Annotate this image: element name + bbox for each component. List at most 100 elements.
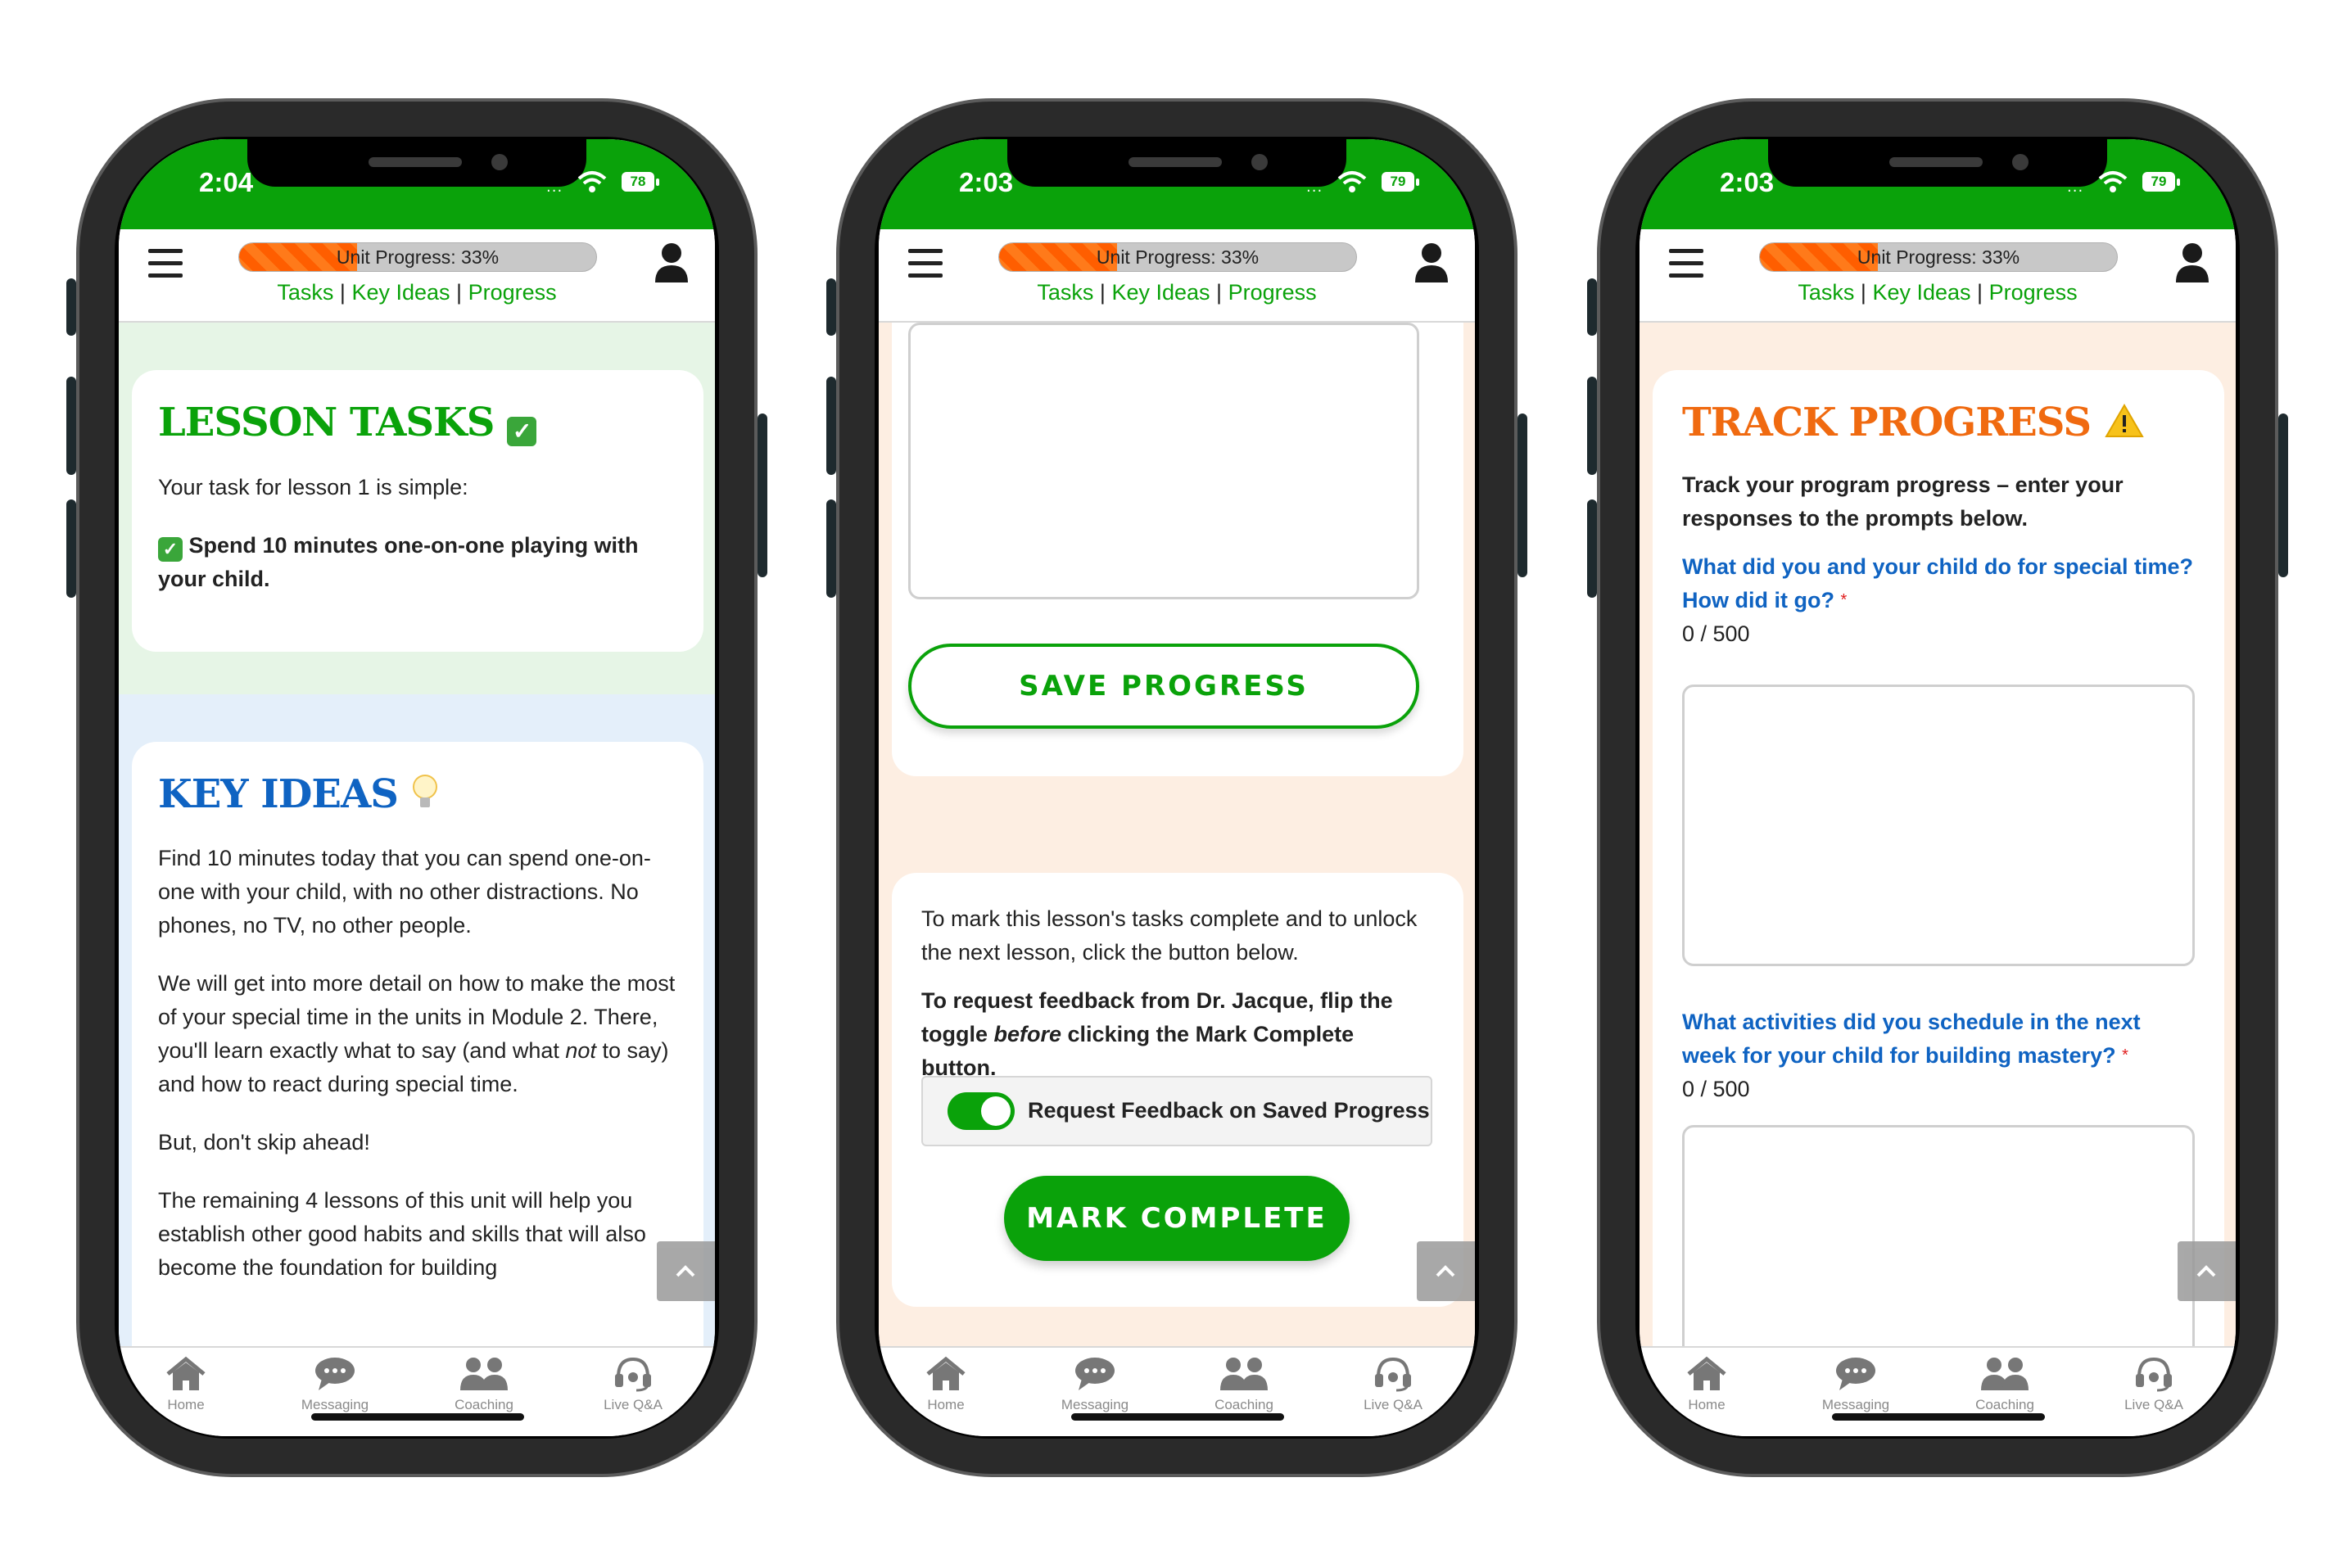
menu-icon[interactable] bbox=[908, 249, 943, 278]
unit-progress-label: Unit Progress: 33% bbox=[1857, 246, 2020, 268]
phone-screen: 2:03 ... 79 Unit Progress: 33% Tasks | K… bbox=[879, 139, 1475, 1436]
save-progress-button[interactable]: SAVE PROGRESS bbox=[908, 644, 1419, 729]
tab-home[interactable]: Home bbox=[137, 1356, 235, 1413]
tab-label: Live Q&A bbox=[1364, 1397, 1423, 1412]
status-bar: 2:03 ... 79 bbox=[1640, 139, 2236, 229]
app-header: Unit Progress: 33% Tasks | Key Ideas | P… bbox=[879, 229, 1475, 323]
key-ideas-paragraph: But, don't skip ahead! bbox=[158, 1130, 370, 1155]
user-icon[interactable] bbox=[654, 242, 689, 283]
notch bbox=[247, 139, 586, 187]
nav-link-tasks[interactable]: Tasks bbox=[277, 280, 333, 305]
tab-live-q-a[interactable]: Live Q&A bbox=[2105, 1356, 2203, 1413]
bottom-tab-bar: Home Messaging Coaching Live Q&A bbox=[1640, 1346, 2236, 1436]
tab-coaching[interactable]: Coaching bbox=[435, 1356, 533, 1413]
nav-link-progress[interactable]: Progress bbox=[1228, 280, 1317, 305]
phone-mark-complete: 2:03 ... 79 Unit Progress: 33% Tasks | K… bbox=[826, 98, 1527, 1477]
tab-messaging[interactable]: Messaging bbox=[1046, 1356, 1144, 1413]
question-2-label: What activities did you schedule in the … bbox=[1682, 1010, 2141, 1068]
headset-icon bbox=[2105, 1356, 2203, 1395]
battery-icon: 78 bbox=[622, 172, 654, 192]
required-asterisk: * bbox=[2122, 1046, 2128, 1064]
check-mark-icon: ✓ bbox=[507, 417, 537, 446]
tab-live-q-a[interactable]: Live Q&A bbox=[584, 1356, 682, 1413]
home-indicator bbox=[311, 1413, 524, 1421]
key-ideas-paragraph: Find 10 minutes today that you can spend… bbox=[158, 846, 651, 938]
question-1-label: What did you and your child do for speci… bbox=[1682, 554, 2194, 612]
nav-link-key-ideas[interactable]: Key Ideas bbox=[1872, 280, 1970, 305]
battery-icon: 79 bbox=[2142, 172, 2175, 192]
key-ideas-card: KEY IDEAS Find 10 minutes today that you… bbox=[132, 742, 703, 1346]
mark-complete-info: To mark this lesson's tasks complete and… bbox=[921, 906, 1418, 965]
scroll-to-top-button[interactable] bbox=[1417, 1241, 1475, 1301]
chevron-up-icon bbox=[1436, 1265, 1455, 1277]
chat-bubble-icon bbox=[1046, 1356, 1144, 1395]
nav-separator: | bbox=[1977, 280, 1983, 305]
status-bar: 2:04 ... 78 bbox=[119, 139, 715, 229]
scroll-content[interactable]: SAVE PROGRESS To mark this lesson's task… bbox=[879, 323, 1475, 1346]
feedback-toggle-switch[interactable] bbox=[948, 1092, 1015, 1130]
response-textarea[interactable] bbox=[908, 323, 1419, 599]
app-header: Unit Progress: 33% Tasks | Key Ideas | P… bbox=[119, 229, 715, 323]
feedback-toggle-row[interactable]: Request Feedback on Saved Progress bbox=[921, 1076, 1432, 1146]
question-1-textarea[interactable] bbox=[1682, 685, 2195, 966]
key-ideas-heading: KEY IDEAS bbox=[158, 771, 677, 817]
mute-switch bbox=[66, 278, 76, 336]
lesson-tasks-intro: Your task for lesson 1 is simple: bbox=[158, 475, 468, 499]
phone-lesson-tasks: 2:04 ... 78 Unit Progress: 33% Tasks | K… bbox=[66, 98, 767, 1477]
section-nav: Tasks | Key Ideas | Progress bbox=[1640, 280, 2236, 305]
tab-coaching[interactable]: Coaching bbox=[1956, 1356, 2054, 1413]
chat-bubble-icon bbox=[286, 1356, 384, 1395]
tab-messaging[interactable]: Messaging bbox=[1807, 1356, 1905, 1413]
scroll-to-top-button[interactable] bbox=[657, 1241, 715, 1301]
question-2-textarea[interactable] bbox=[1682, 1125, 2195, 1346]
home-icon bbox=[897, 1356, 995, 1395]
scroll-content[interactable]: LESSON TASKS ✓ Your task for lesson 1 is… bbox=[119, 323, 715, 1346]
menu-icon[interactable] bbox=[1669, 249, 1703, 278]
tab-label: Live Q&A bbox=[2124, 1397, 2183, 1412]
tab-home[interactable]: Home bbox=[897, 1356, 995, 1413]
scroll-to-top-button[interactable] bbox=[2178, 1241, 2236, 1301]
signal-icon: ... bbox=[546, 178, 563, 196]
track-progress-intro: Track your program progress – enter your… bbox=[1682, 472, 2124, 531]
people-icon bbox=[435, 1356, 533, 1395]
tab-label: Home bbox=[1688, 1397, 1726, 1412]
nav-separator: | bbox=[1860, 280, 1866, 305]
nav-separator: | bbox=[339, 280, 346, 305]
key-ideas-paragraph: The remaining 4 lessons of this unit wil… bbox=[158, 1188, 646, 1280]
tab-label: Messaging bbox=[1821, 1397, 1890, 1412]
tab-label: Home bbox=[927, 1397, 965, 1412]
section-nav: Tasks | Key Ideas | Progress bbox=[879, 280, 1475, 305]
tab-live-q-a[interactable]: Live Q&A bbox=[1344, 1356, 1442, 1413]
nav-link-tasks[interactable]: Tasks bbox=[1798, 280, 1854, 305]
scroll-content[interactable]: TRACK PROGRESS Track your program progre… bbox=[1640, 323, 2236, 1346]
home-icon bbox=[137, 1356, 235, 1395]
tab-home[interactable]: Home bbox=[1658, 1356, 1756, 1413]
bottom-tab-bar: Home Messaging Coaching Live Q&A bbox=[119, 1346, 715, 1436]
volume-up-button bbox=[66, 377, 76, 475]
user-icon[interactable] bbox=[1414, 242, 1449, 283]
nav-link-progress[interactable]: Progress bbox=[468, 280, 557, 305]
chevron-up-icon bbox=[676, 1265, 695, 1277]
feedback-toggle-label: Request Feedback on Saved Progress bbox=[1028, 1098, 1430, 1123]
nav-link-tasks[interactable]: Tasks bbox=[1037, 280, 1093, 305]
unit-progress-bar: Unit Progress: 33% bbox=[1759, 242, 2118, 272]
signal-icon: ... bbox=[2067, 178, 2084, 196]
nav-link-key-ideas[interactable]: Key Ideas bbox=[1111, 280, 1210, 305]
tab-label: Coaching bbox=[455, 1397, 513, 1412]
tab-label: Coaching bbox=[1975, 1397, 2034, 1412]
people-icon bbox=[1195, 1356, 1293, 1395]
check-mark-icon: ✓ bbox=[158, 537, 183, 562]
wifi-icon bbox=[2098, 171, 2128, 192]
home-indicator bbox=[1071, 1413, 1284, 1421]
mark-complete-button[interactable]: MARK COMPLETE bbox=[1004, 1176, 1350, 1261]
menu-icon[interactable] bbox=[148, 249, 183, 278]
people-icon bbox=[1956, 1356, 2054, 1395]
volume-down-button bbox=[1587, 499, 1597, 598]
user-icon[interactable] bbox=[2175, 242, 2210, 283]
wifi-icon bbox=[1337, 171, 1367, 192]
tab-messaging[interactable]: Messaging bbox=[286, 1356, 384, 1413]
nav-link-key-ideas[interactable]: Key Ideas bbox=[351, 280, 450, 305]
nav-link-progress[interactable]: Progress bbox=[1989, 280, 2078, 305]
warning-icon bbox=[2105, 404, 2144, 437]
tab-coaching[interactable]: Coaching bbox=[1195, 1356, 1293, 1413]
